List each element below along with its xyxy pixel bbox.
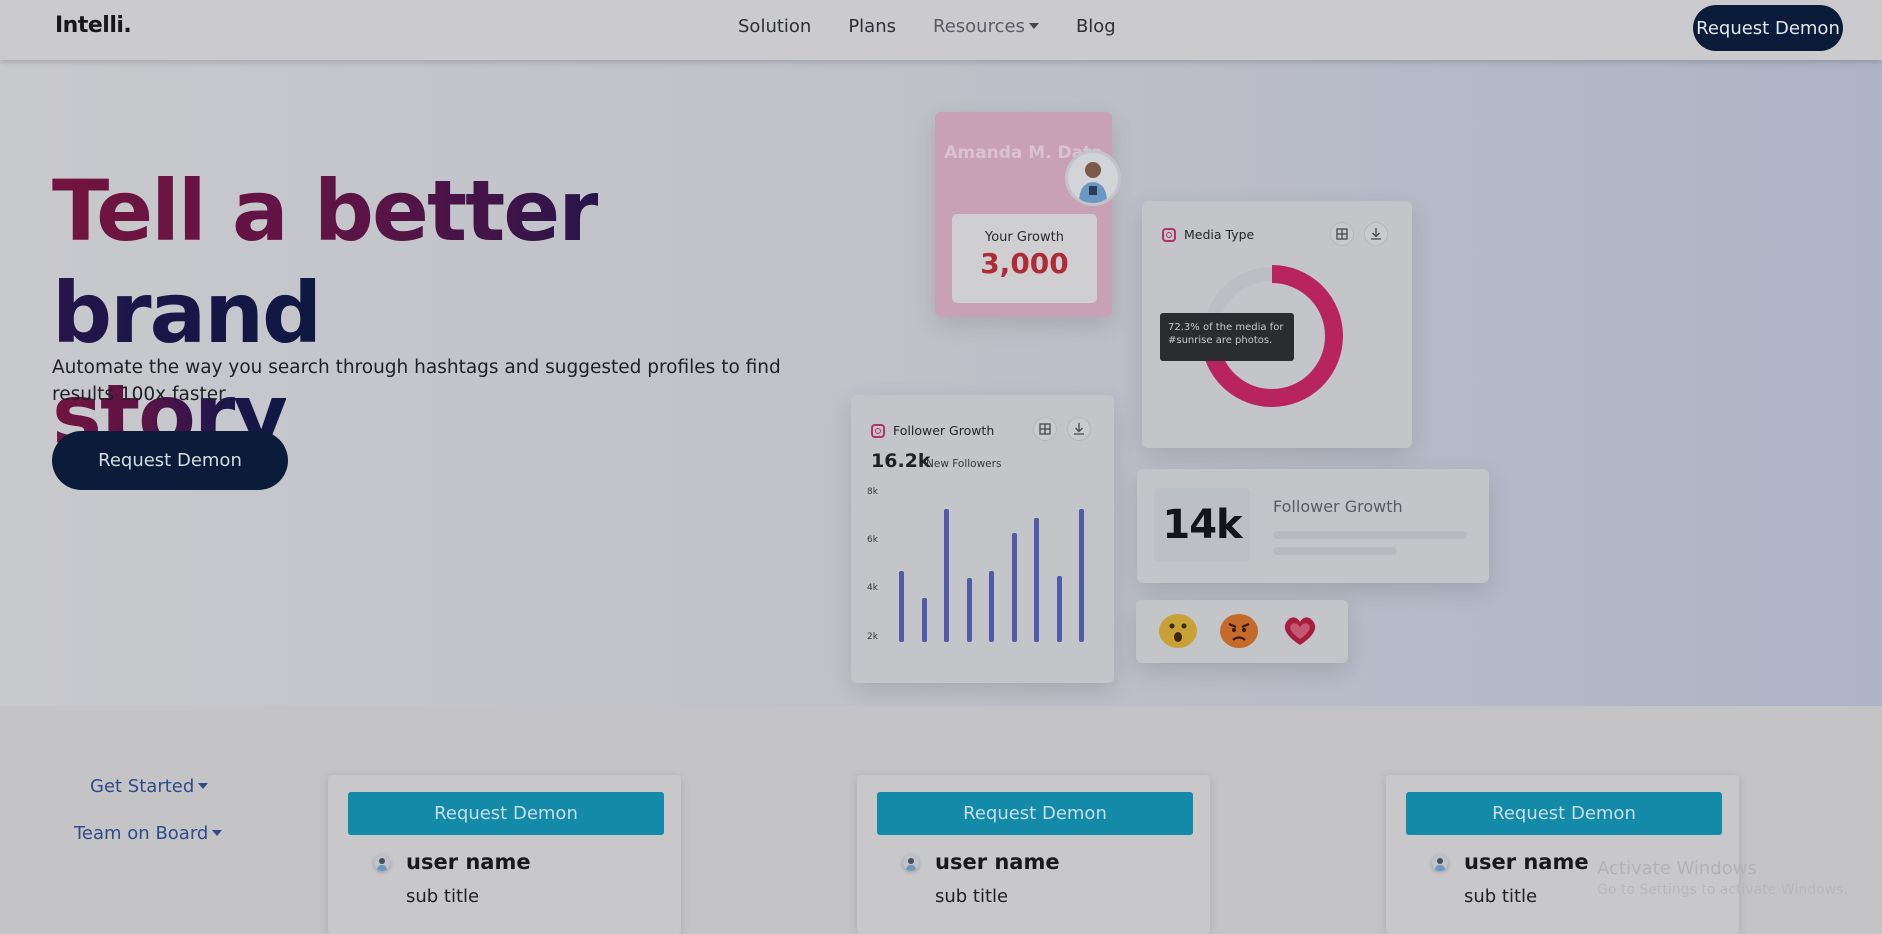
hero-section: Tell a better brand story Automate the w… — [0, 60, 1882, 706]
avatar — [903, 855, 919, 871]
follower-growth-value-label: New Followers — [926, 458, 1002, 470]
user-name: user name — [1464, 850, 1589, 874]
navbar: Intelli. Solution Plans Resources Blog R… — [0, 0, 1882, 60]
card-request-demo-button[interactable]: Request Demon — [348, 792, 664, 835]
profile-card-2: Request Demon user name sub title — [857, 775, 1210, 934]
angry-emoji-icon[interactable] — [1220, 614, 1258, 648]
user-avatar-icon — [1079, 162, 1107, 203]
user-name: user name — [406, 850, 531, 874]
chevron-down-icon — [212, 830, 223, 836]
hero-title-line1: Tell a better brand — [52, 162, 600, 362]
get-started-dropdown[interactable]: Get Started — [90, 776, 209, 797]
media-tooltip: 72.3% of the media for #sunrise are phot… — [1160, 313, 1294, 361]
download-icon[interactable] — [1364, 222, 1388, 246]
grid-icon[interactable] — [1330, 222, 1354, 246]
hero-subtitle: Automate the way you search through hash… — [52, 357, 781, 405]
download-icon[interactable] — [1067, 417, 1091, 441]
growth-value: 3,000 — [980, 247, 1069, 280]
instagram-icon — [871, 423, 885, 438]
y-tick-8k: 8k — [867, 487, 878, 497]
card-request-demo-button[interactable]: Request Demon — [877, 792, 1193, 835]
chart-bar — [944, 508, 949, 642]
stat-label: Follower Growth — [1273, 497, 1403, 516]
y-tick-4k: 4k — [867, 583, 878, 593]
chart-bar — [966, 578, 972, 642]
hero-request-demo-button[interactable]: Request Demon — [52, 431, 288, 490]
heart-emoji-icon[interactable] — [1281, 614, 1319, 648]
chart-bar — [921, 597, 927, 642]
user-subtitle: sub title — [406, 886, 480, 907]
chevron-down-icon — [1028, 23, 1039, 29]
nav-links: Solution Plans Resources Blog — [738, 16, 1153, 37]
follower-growth-value: 16.2k — [871, 450, 931, 472]
profile-card-3: Request Demon user name sub title — [1386, 775, 1739, 934]
avatar — [1065, 150, 1121, 206]
nav-link-solution[interactable]: Solution — [738, 16, 811, 37]
user-subtitle: sub title — [1464, 886, 1538, 907]
media-type-title: Media Type — [1184, 227, 1255, 242]
stat-card: 14k Follower Growth — [1137, 469, 1489, 583]
activate-windows-title: Activate Windows — [1597, 858, 1757, 879]
nav-link-plans[interactable]: Plans — [848, 16, 896, 37]
chevron-down-icon — [198, 783, 209, 789]
user-subtitle: sub title — [935, 886, 1009, 907]
growth-label: Your Growth — [985, 230, 1064, 245]
follower-growth-card: Follower Growth 16.2k New Followers 8k 6… — [851, 395, 1114, 683]
nav-link-resources[interactable]: Resources — [933, 16, 1039, 37]
hero-title: Tell a better brand story — [52, 160, 872, 466]
follower-growth-title: Follower Growth — [893, 423, 995, 438]
chart-bar — [1011, 532, 1017, 642]
media-type-card: Media Type 72.3% of the media for #sunri… — [1142, 201, 1412, 448]
profile-card: Amanda M. Data Your Growth 3,000 — [935, 112, 1112, 317]
grid-icon[interactable] — [1033, 417, 1057, 441]
wow-emoji-icon[interactable] — [1159, 614, 1197, 648]
brand-logo[interactable]: Intelli. — [55, 13, 132, 38]
activate-windows-subtitle: Go to Settings to activate Windows. — [1597, 882, 1848, 898]
media-type-header: Media Type — [1162, 227, 1254, 242]
reactions-card — [1136, 600, 1348, 663]
growth-box: Your Growth 3,000 — [952, 214, 1097, 303]
team-on-board-label: Team on Board — [74, 823, 209, 844]
y-tick-2k: 2k — [867, 632, 878, 642]
follower-growth-header: Follower Growth — [871, 423, 994, 438]
skeleton-line — [1273, 531, 1467, 539]
request-demo-button[interactable]: Request Demon — [1693, 5, 1843, 51]
team-on-board-dropdown[interactable]: Team on Board — [74, 823, 223, 844]
chart-bar — [1034, 518, 1039, 642]
card-request-demo-button[interactable]: Request Demon — [1406, 792, 1722, 835]
chart-bar — [1056, 576, 1062, 642]
chart-bar — [899, 571, 904, 642]
profile-card-1: Request Demon user name sub title — [328, 775, 681, 934]
stat-value: 14k — [1154, 488, 1250, 562]
skeleton-line — [1273, 547, 1397, 555]
instagram-icon — [1162, 227, 1176, 242]
avatar — [374, 855, 390, 871]
chart-bar — [989, 571, 994, 642]
chart-bar — [1079, 508, 1084, 642]
user-name: user name — [935, 850, 1060, 874]
avatar — [1432, 855, 1448, 871]
nav-link-resources-label: Resources — [933, 16, 1025, 37]
nav-link-blog[interactable]: Blog — [1076, 16, 1116, 37]
y-tick-6k: 6k — [867, 535, 878, 545]
get-started-label: Get Started — [90, 776, 195, 797]
